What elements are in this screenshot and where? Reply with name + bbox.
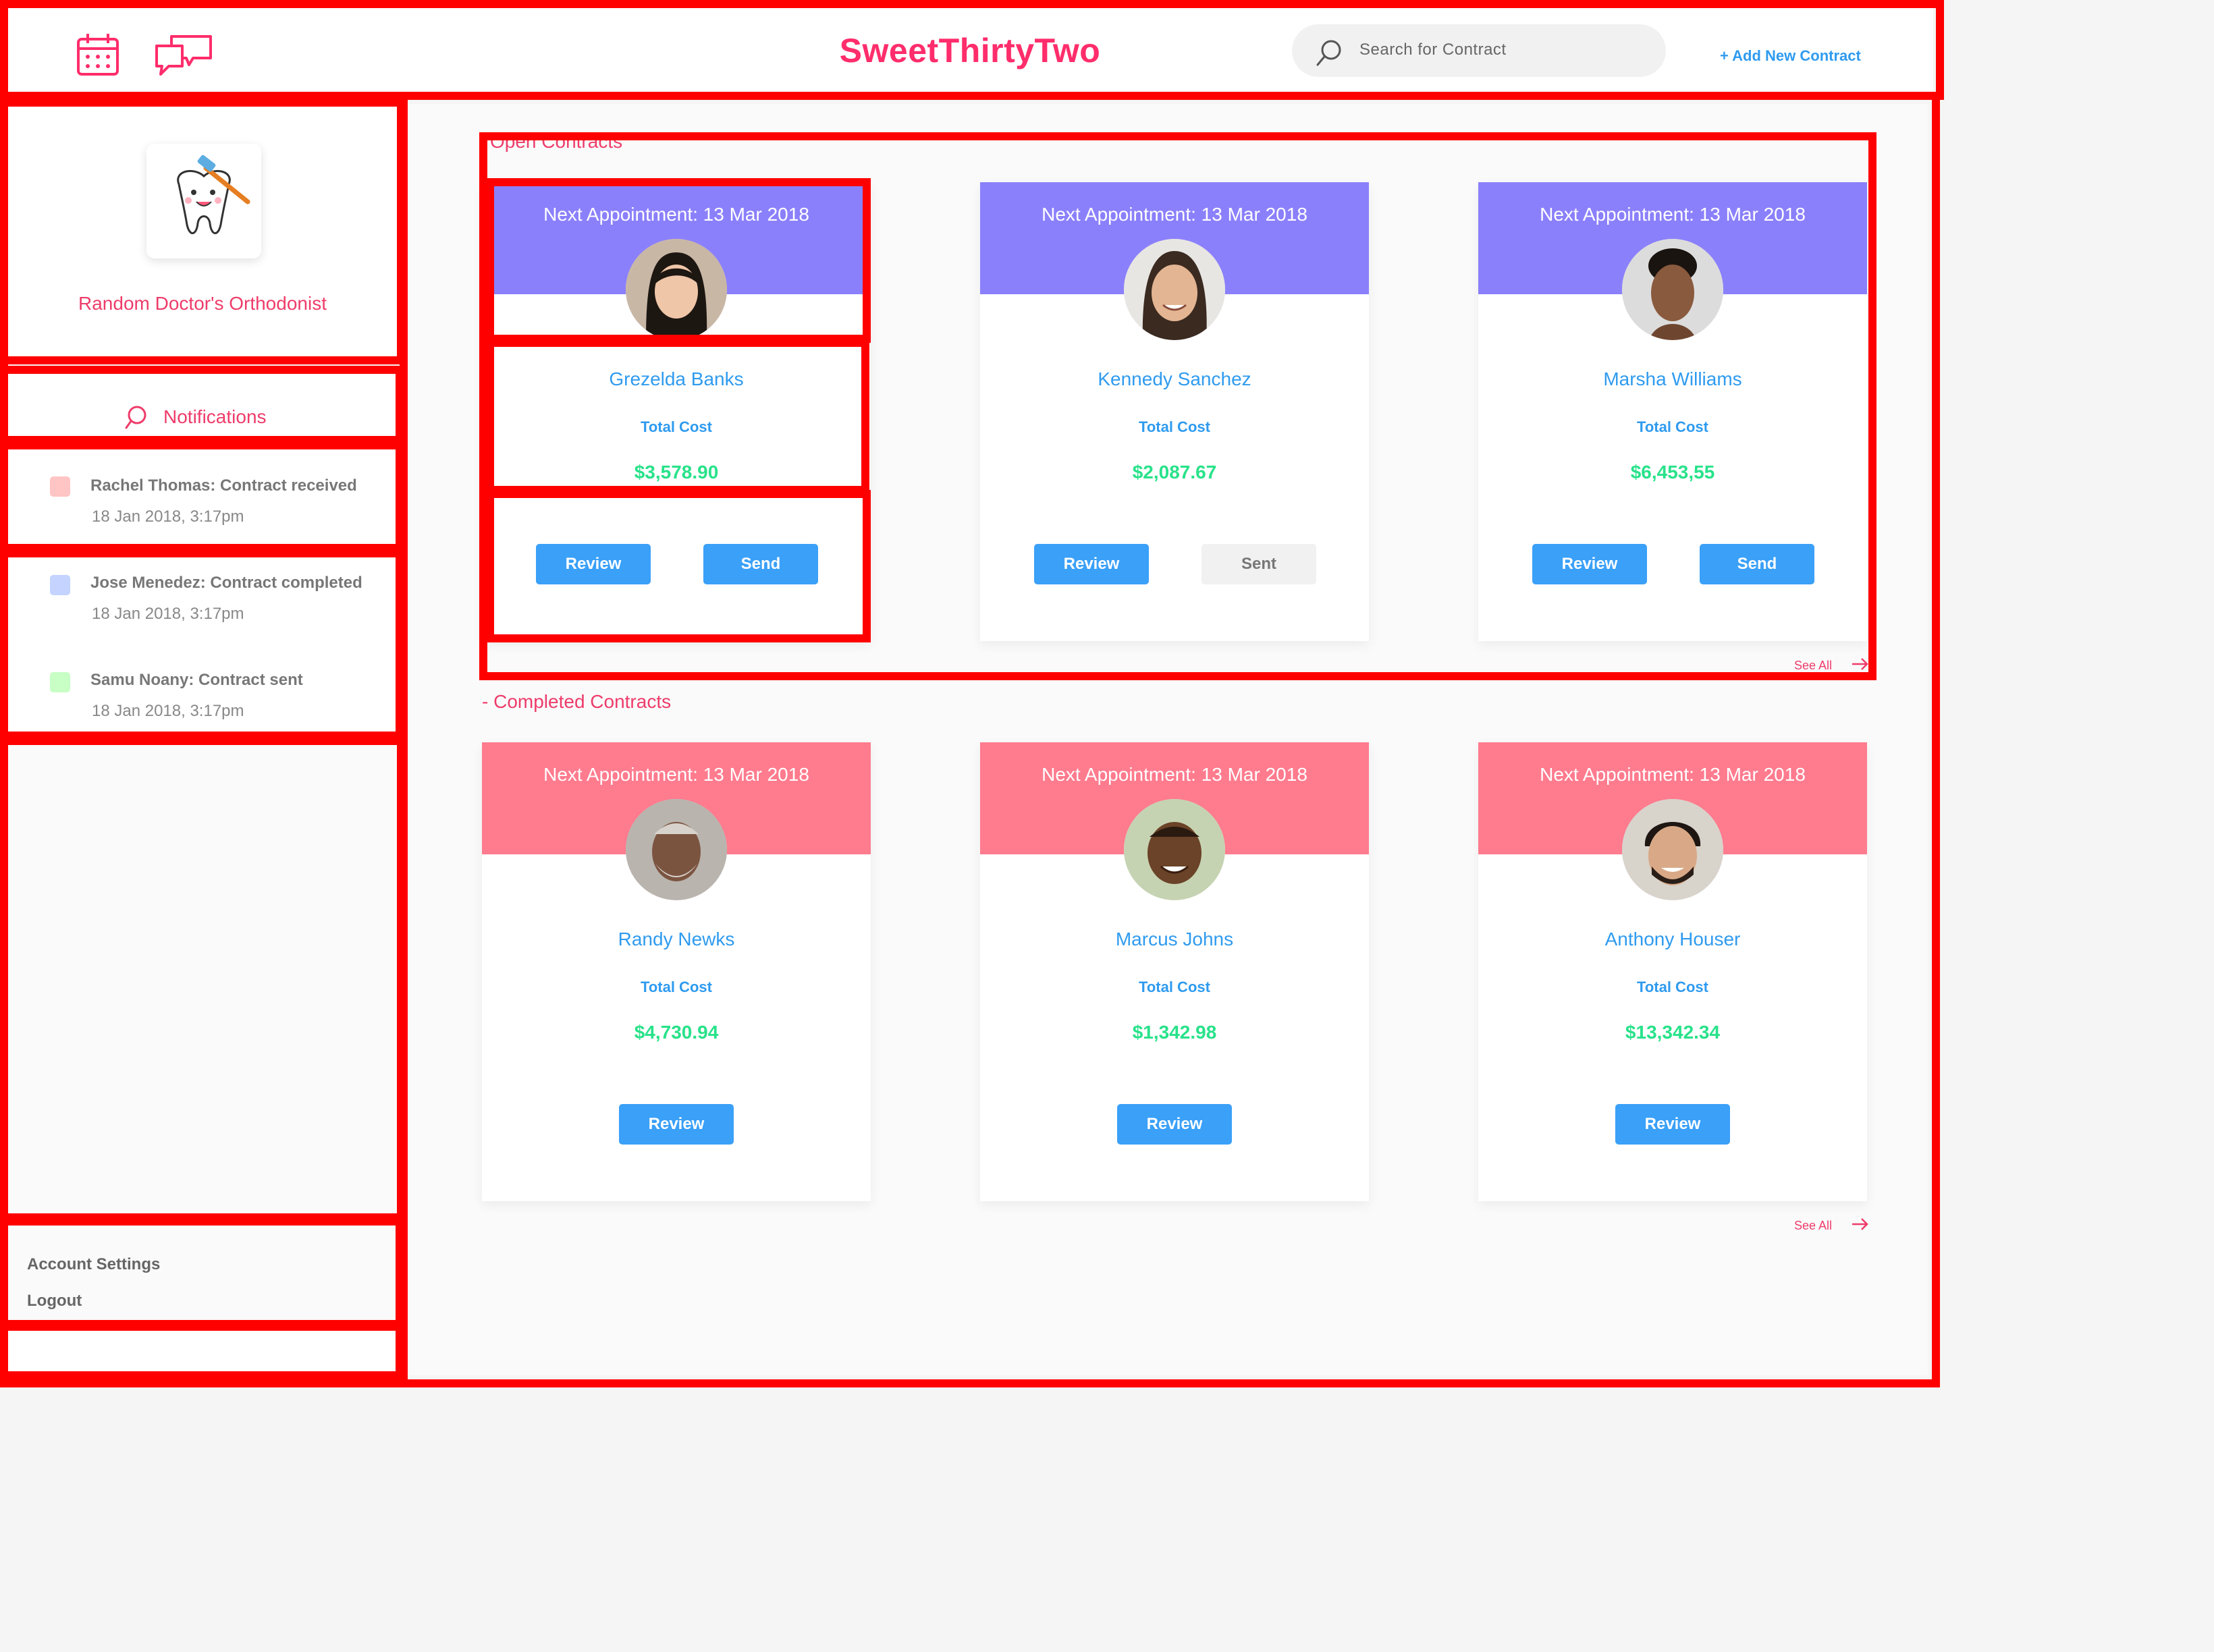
patient-avatar [1124, 239, 1225, 340]
notifications-title: Notifications [163, 406, 267, 427]
notification-time: 18 Jan 2018, 3:17pm [92, 605, 244, 623]
clinic-name: Random Doctor's Orthodonist [78, 293, 327, 314]
account-settings-link[interactable]: Account Settings [27, 1255, 160, 1274]
search-placeholder: Search for Contract [1359, 40, 1507, 59]
top-header: SweetThirtyTwo Search for Contract + Add… [7, 7, 1933, 92]
patient-name[interactable]: Anthony Houser [1478, 929, 1867, 950]
review-button[interactable]: Review [1117, 1104, 1232, 1145]
patient-avatar [1124, 799, 1225, 900]
notification-text: Rachel Thomas: Contract received [90, 476, 357, 495]
review-button[interactable]: Review [1532, 544, 1647, 584]
total-cost-value: $3,578.90 [634, 462, 719, 483]
total-cost-value: $2,087.67 [1132, 462, 1217, 483]
patient-name[interactable]: Kennedy Sanchez [980, 368, 1369, 390]
review-button[interactable]: Review [619, 1104, 734, 1145]
search-input[interactable]: Search for Contract [1292, 24, 1666, 77]
total-cost-label: Total Cost [1139, 418, 1210, 435]
contract-card: Next Appointment: 13 Mar 2018 Randy Newk… [482, 742, 871, 1201]
next-appointment: Next Appointment: 13 Mar 2018 [1042, 764, 1307, 785]
next-appointment: Next Appointment: 13 Mar 2018 [543, 204, 809, 225]
notification-group: Jose Menedez: Contract completed 18 Jan … [7, 555, 397, 740]
patient-avatar [1622, 799, 1723, 900]
total-cost-label: Total Cost [641, 979, 712, 995]
contract-card: Next Appointment: 13 Mar 2018 Kennedy Sa… [980, 182, 1369, 641]
patient-avatar [626, 799, 727, 900]
status-dot [50, 672, 70, 692]
next-appointment: Next Appointment: 13 Mar 2018 [1042, 204, 1307, 225]
add-new-contract-link[interactable]: + Add New Contract [1720, 47, 1861, 65]
completed-contracts-title: - Completed Contracts [482, 691, 672, 712]
patient-name[interactable]: Marcus Johns [980, 929, 1369, 950]
see-all-label: See All [1794, 1219, 1833, 1232]
review-button[interactable]: Review [1615, 1104, 1730, 1145]
clinic-profile: Random Doctor's Orthodonist [7, 104, 398, 358]
see-all-open-link[interactable]: See All [1794, 658, 1868, 673]
total-cost-label: Total Cost [1637, 418, 1708, 435]
contract-card: Next Appointment: 13 Mar 2018 Marsha Wil… [1478, 182, 1867, 641]
notifications-header[interactable]: Notifications [7, 373, 397, 437]
total-cost-label: Total Cost [641, 418, 712, 435]
notification-text: Jose Menedez: Contract completed [90, 574, 362, 592]
clinic-logo [146, 144, 261, 258]
patient-name[interactable]: Marsha Williams [1478, 368, 1867, 390]
next-appointment: Next Appointment: 13 Mar 2018 [543, 764, 809, 785]
send-button[interactable]: Send [1700, 544, 1814, 584]
notification-item[interactable]: Rachel Thomas: Contract received 18 Jan … [7, 448, 397, 545]
total-cost-value: $13,342.34 [1625, 1022, 1721, 1043]
patient-name[interactable]: Randy Newks [482, 929, 871, 950]
next-appointment: Next Appointment: 13 Mar 2018 [1540, 204, 1806, 225]
see-all-completed-link[interactable]: See All [1794, 1218, 1868, 1233]
send-button[interactable]: Send [703, 544, 818, 584]
total-cost-label: Total Cost [1637, 979, 1708, 995]
total-cost-label: Total Cost [1139, 979, 1210, 995]
logout-link[interactable]: Logout [27, 1292, 82, 1311]
open-contracts-title: Open Contracts [490, 131, 623, 152]
arrow-right-icon [1852, 658, 1868, 670]
review-button[interactable]: Review [1034, 544, 1149, 584]
total-cost-value: $4,730.94 [634, 1022, 719, 1043]
see-all-label: See All [1794, 659, 1833, 672]
contract-card: Next Appointment: 13 Mar 2018 Anthony Ho… [1478, 742, 1867, 1201]
search-icon [1316, 40, 1341, 66]
main-content: Open Contracts Next Appointment: 13 Mar … [408, 104, 1928, 1375]
contract-card: Next Appointment: 13 Mar 2018 Marcus Joh… [980, 742, 1369, 1201]
notification-text: Samu Noany: Contract sent [90, 671, 303, 689]
patient-name[interactable]: Grezelda Banks [482, 368, 871, 390]
arrow-right-icon [1852, 1218, 1868, 1230]
patient-avatar [626, 239, 727, 340]
total-cost-value: $6,453,55 [1630, 462, 1715, 483]
sent-button[interactable]: Sent [1202, 544, 1316, 584]
speech-bubble-icon [124, 405, 147, 434]
status-dot [50, 476, 70, 497]
status-dot [50, 575, 70, 595]
review-button[interactable]: Review [536, 544, 651, 584]
notification-time: 18 Jan 2018, 3:17pm [92, 507, 244, 526]
account-menu: Account Settings Logout [7, 1221, 397, 1323]
patient-avatar [1622, 239, 1723, 340]
sidebar-footer [7, 1328, 397, 1374]
next-appointment: Next Appointment: 13 Mar 2018 [1540, 764, 1806, 785]
total-cost-value: $1,342.98 [1132, 1022, 1217, 1043]
sidebar-spacer [7, 742, 398, 1215]
contract-card: Next Appointment: 13 Mar 2018 Grezelda B… [482, 182, 871, 641]
notification-time: 18 Jan 2018, 3:17pm [92, 702, 244, 720]
